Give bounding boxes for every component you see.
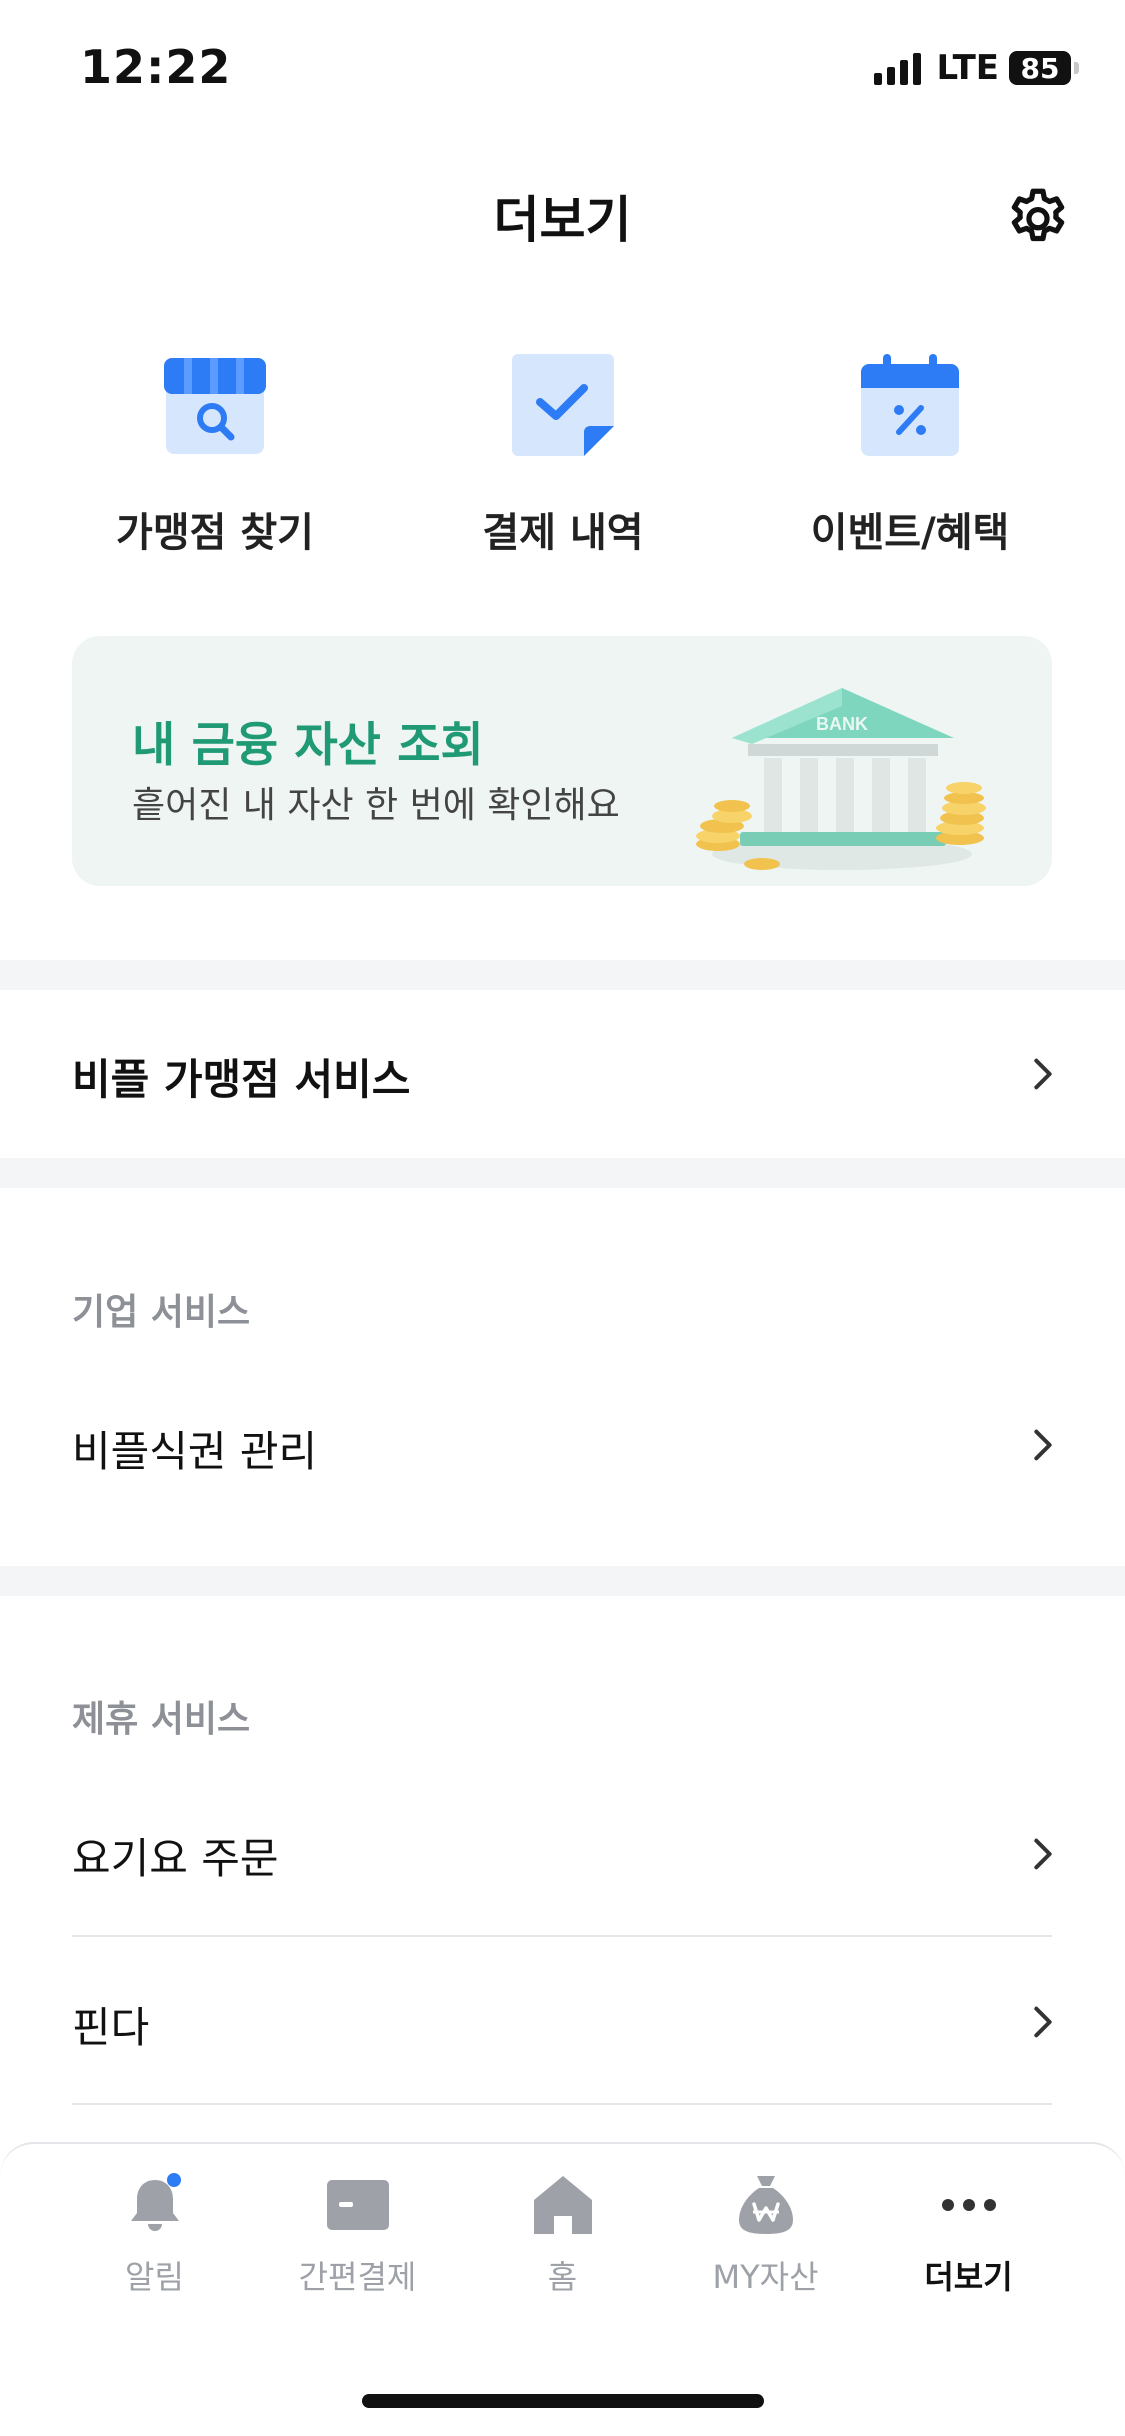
status-time: 12:22 xyxy=(80,40,232,94)
section-label-corporate: 기업 서비스 xyxy=(72,1292,251,1333)
bank-coins-illustration: BANK xyxy=(696,688,986,870)
calendar-percent-icon xyxy=(861,354,959,456)
nav-label: 더보기 xyxy=(924,2258,1013,2296)
nav-label: 알림 xyxy=(125,2258,184,2296)
chevron-right-icon[interactable] xyxy=(1023,1054,1063,1094)
meal-ticket-management-label[interactable]: 비플식권 관리 xyxy=(72,1418,317,1479)
section-label-partner: 제휴 서비스 xyxy=(72,1699,251,1740)
notification-badge xyxy=(166,2173,181,2187)
chevron-right-icon[interactable] xyxy=(1023,1834,1063,1874)
quick-action-events[interactable]: 이벤트/혜택 xyxy=(735,350,1085,558)
more-icon xyxy=(941,2199,996,2211)
signal-icon xyxy=(873,51,921,85)
chevron-right-icon[interactable] xyxy=(1023,2002,1063,2042)
nav-item-home[interactable]: 홈 xyxy=(450,2172,675,2298)
quick-action-payment-history[interactable]: 결제 내역 xyxy=(388,350,738,558)
money-bag-icon xyxy=(738,2176,793,2234)
home-indicator xyxy=(362,2394,764,2408)
yogiyo-order-label[interactable]: 요기요 주문 xyxy=(72,1825,279,1886)
quick-action-store-search[interactable]: 가맹점 찾기 xyxy=(40,350,390,558)
nav-item-my-assets[interactable]: MY자산 xyxy=(653,2172,878,2298)
list-divider xyxy=(72,1935,1052,1937)
list-divider xyxy=(72,2103,1052,2105)
card-icon xyxy=(326,2180,389,2230)
section-divider xyxy=(0,1158,1125,1188)
chevron-right-icon[interactable] xyxy=(1023,1425,1063,1465)
nav-item-more[interactable]: 더보기 xyxy=(856,2172,1081,2298)
bank-sign: BANK xyxy=(816,714,868,734)
bell-icon xyxy=(130,2173,181,2231)
network-label: LTE xyxy=(936,48,999,88)
finda-label[interactable]: 핀다 xyxy=(72,1994,149,2055)
nav-item-easy-pay[interactable]: 간편결제 xyxy=(245,2172,470,2298)
store-search-icon xyxy=(164,358,266,454)
nav-label: MY자산 xyxy=(712,2258,819,2296)
nav-label: 홈 xyxy=(547,2258,578,2296)
nav-label: 간편결제 xyxy=(298,2258,417,2296)
quick-action-label: 가맹점 찾기 xyxy=(116,510,314,556)
section-divider xyxy=(0,1566,1125,1596)
nav-item-notifications[interactable]: 알림 xyxy=(42,2172,267,2298)
quick-action-label: 이벤트/혜택 xyxy=(810,510,1010,556)
merchant-service-label[interactable]: 비플 가맹점 서비스 xyxy=(72,1046,410,1107)
battery-icon: 85 xyxy=(1009,51,1079,85)
section-divider xyxy=(0,960,1125,990)
financial-assets-banner[interactable]: 내 금융 자산 조회 흩어진 내 자산 한 번에 확인해요 BANK xyxy=(72,636,1052,886)
battery-level: 85 xyxy=(1009,51,1071,85)
home-icon xyxy=(533,2176,592,2234)
gear-icon[interactable] xyxy=(1003,184,1073,254)
banner-subtitle: 흩어진 내 자산 한 번에 확인해요 xyxy=(132,785,620,826)
page-title: 더보기 xyxy=(493,191,632,249)
quick-action-label: 결제 내역 xyxy=(482,510,644,556)
status-indicators: LTE 85 xyxy=(873,48,1079,88)
receipt-check-icon xyxy=(512,354,614,456)
banner-title: 내 금융 자산 조회 xyxy=(132,718,484,773)
